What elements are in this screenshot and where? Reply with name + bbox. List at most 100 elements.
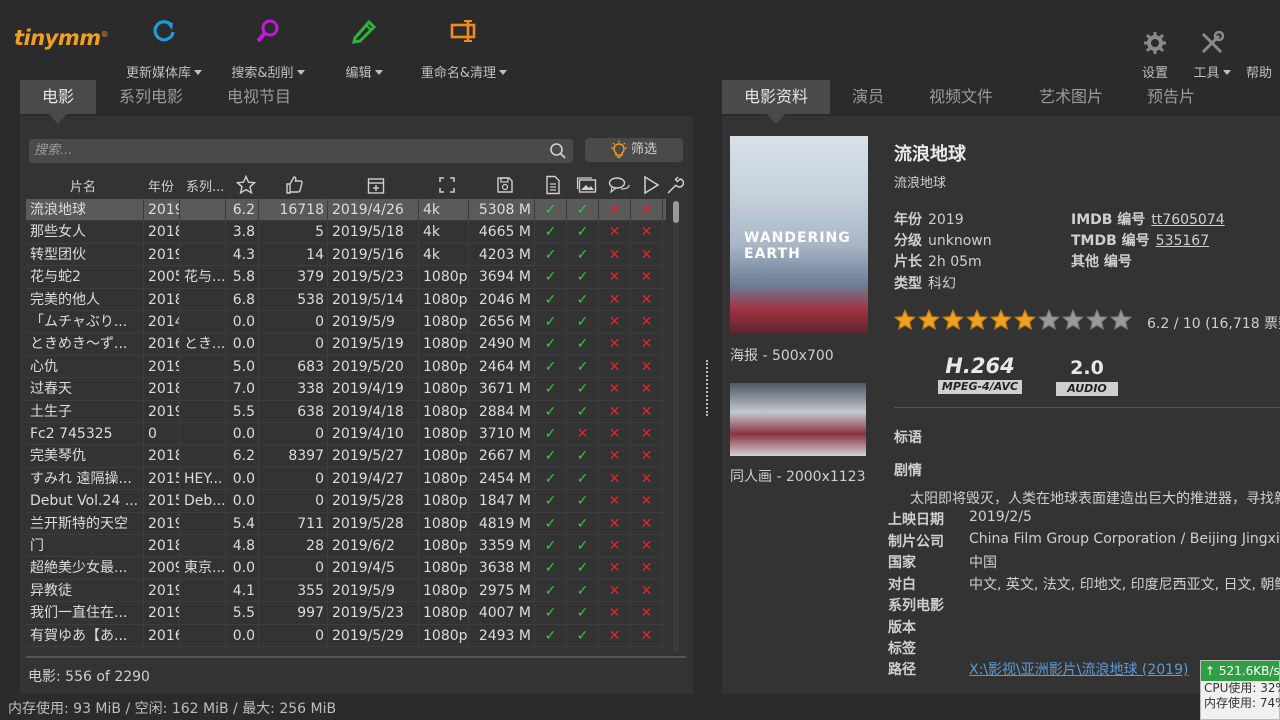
chevron-down-icon xyxy=(296,70,305,75)
tab-media-files[interactable]: 视频文件 xyxy=(918,80,1004,114)
nfo-file-icon[interactable] xyxy=(544,175,562,195)
col-year[interactable]: 年份 xyxy=(148,176,174,195)
cell-nfo-check-icon: ✓ xyxy=(535,266,567,289)
subtitles-icon[interactable] xyxy=(608,176,630,194)
cell-size: 4007 M xyxy=(469,602,535,625)
tab-artwork[interactable]: 艺术图片 xyxy=(1028,80,1114,114)
table-header: 片名 年份 系列... xyxy=(26,171,684,197)
panel-splitter[interactable] xyxy=(706,360,710,416)
table-row[interactable]: 转型团伙20194.3142019/5/164k4203 M✓✓✕✕ xyxy=(26,243,666,267)
cell-rating: 0.0 xyxy=(226,423,259,445)
cell-title: 门 xyxy=(26,535,144,557)
settings-button[interactable]: 设置 xyxy=(1136,0,1174,81)
calendar-add-icon[interactable] xyxy=(366,175,386,195)
tab-movies[interactable]: 电影 xyxy=(20,80,96,124)
table-row[interactable]: 异教徒20194.13552019/5/91080p2975 M✓✓✕✕ xyxy=(26,579,666,603)
table-row[interactable]: 流浪地球20196.2167182019/4/264k5308 M✓✓✕✕ xyxy=(26,199,666,222)
tab-cast[interactable]: 演员 xyxy=(838,80,898,114)
tab-movie-info[interactable]: 电影资料 xyxy=(722,80,830,124)
table-row[interactable]: 门20184.8282019/6/21080p3359 M✓✓✕✕ xyxy=(26,535,666,558)
col-set[interactable]: 系列... xyxy=(186,176,224,195)
trailer-play-icon[interactable] xyxy=(642,175,660,195)
table-row[interactable]: 兰开斯特的天空20195.47112019/5/281080p4819 M✓✓✕… xyxy=(26,512,666,535)
table-row[interactable]: 土生子20195.56382019/4/181080p2884 M✓✓✕✕ xyxy=(26,400,666,423)
table-row[interactable]: すみれ 遠隔操...2015HEY...0.002019/4/271080p24… xyxy=(26,467,666,491)
cell-votes: 683 xyxy=(259,355,328,378)
cell-set xyxy=(180,400,226,423)
col-title[interactable]: 片名 xyxy=(70,176,96,195)
rename-clean-button[interactable]: 重命名&清理 xyxy=(414,0,514,81)
vertical-scrollbar[interactable] xyxy=(673,201,679,653)
search-icon[interactable] xyxy=(549,142,567,160)
poster-image[interactable]: WANDERING EARTH xyxy=(730,136,868,334)
table-row[interactable]: 「ムチャぶり...20140.002019/5/91080p2656 M✓✓✕✕ xyxy=(26,311,666,334)
cell-size: 2667 M xyxy=(469,445,535,468)
cell-votes: 5 xyxy=(259,221,328,244)
star-icon[interactable] xyxy=(236,175,256,195)
cell-rating: 5.4 xyxy=(226,512,259,535)
search-scrape-button[interactable]: 搜索&刮削 xyxy=(224,0,312,81)
cell-year: 2019 xyxy=(144,400,180,423)
imdb-link[interactable]: tt7605074 xyxy=(1151,212,1224,228)
cell-date: 2019/4/5 xyxy=(328,557,419,580)
wrench-icon[interactable] xyxy=(666,175,684,195)
star-filled-icon xyxy=(1013,308,1037,331)
table-row[interactable]: 完美琴仇20186.283972019/5/271080p2667 M✓✓✕✕ xyxy=(26,445,666,468)
cell-images-check-icon: ✓ xyxy=(567,512,599,535)
tab-tv-shows[interactable]: 电视节目 xyxy=(216,80,302,114)
video-codec-badge: H.264 MPEG-4/AVC xyxy=(938,354,1022,394)
scrollbar-thumb[interactable] xyxy=(673,201,679,223)
cell-subtitles-cross-icon: ✕ xyxy=(599,378,631,401)
rating-stars xyxy=(893,308,1134,333)
table-row[interactable]: 花与蛇22005花与...5.83792019/5/231080p3694 M✓… xyxy=(26,266,666,289)
tools-button[interactable]: 工具 xyxy=(1188,0,1236,81)
save-disk-icon[interactable] xyxy=(496,176,514,194)
tab-movie-sets[interactable]: 系列电影 xyxy=(108,80,194,114)
cell-nfo-check-icon: ✓ xyxy=(535,602,567,625)
cell-set: HEY... xyxy=(180,467,226,490)
cell-resolution: 1080p xyxy=(419,624,469,647)
cell-nfo-check-icon: ✓ xyxy=(535,467,567,490)
tmdb-link[interactable]: 535167 xyxy=(1156,233,1209,249)
cell-trailer-cross-icon: ✕ xyxy=(631,423,663,445)
table-row[interactable]: Debut Vol.24 ...2015Deb...0.002019/5/281… xyxy=(26,490,666,513)
table-row[interactable]: 那些女人20183.852019/5/184k4665 M✓✓✕✕ xyxy=(26,221,666,244)
cell-trailer-cross-icon: ✕ xyxy=(631,445,663,468)
edit-button[interactable]: 编辑 xyxy=(340,0,388,81)
cell-set xyxy=(180,423,226,445)
table-row[interactable]: 过春天20187.03382019/4/191080p3671 M✓✓✕✕ xyxy=(26,378,666,401)
cell-votes: 16718 xyxy=(259,199,328,221)
thumbs-up-icon[interactable] xyxy=(284,175,304,195)
cell-set xyxy=(180,221,226,244)
table-row[interactable]: ときめき～ず...2016とき...0.002019/5/191080p2490… xyxy=(26,333,666,356)
tab-trailers[interactable]: 预告片 xyxy=(1136,80,1206,114)
images-icon[interactable] xyxy=(576,176,598,194)
cell-votes: 0 xyxy=(259,557,328,580)
table-row[interactable]: 有賀ゆあ【あ...20160.002019/5/291080p2493 M✓✓✕… xyxy=(26,624,666,647)
movie-table: 片名 年份 系列... 流浪地球20196.2167182019/4/264k5… xyxy=(26,171,690,655)
table-row[interactable]: 超絶美少女最...2009東京...0.002019/4/51080p3638 … xyxy=(26,557,666,580)
system-monitor: ↑ 521.6KB/s CPU使用: 32% 内存使用: 74% xyxy=(1200,660,1280,720)
search-input[interactable]: 搜索... xyxy=(29,139,573,163)
update-library-button[interactable]: 更新媒体库 xyxy=(118,0,210,81)
filter-button[interactable]: 筛选 xyxy=(585,138,683,162)
cell-title: 兰开斯特的天空 xyxy=(26,512,144,535)
cell-size: 3694 M xyxy=(469,266,535,289)
cell-size: 2490 M xyxy=(469,333,535,356)
table-row[interactable]: 心仇20195.06832019/5/201080p2464 M✓✓✕✕ xyxy=(26,355,666,379)
cell-resolution: 1080p xyxy=(419,311,469,333)
cell-trailer-cross-icon: ✕ xyxy=(631,579,663,602)
path-link[interactable]: X:\影视\亚洲影片\流浪地球 (2019) xyxy=(969,659,1188,679)
fanart-image[interactable] xyxy=(730,383,866,456)
fullscreen-icon[interactable] xyxy=(438,176,456,194)
cell-trailer-cross-icon: ✕ xyxy=(631,221,663,244)
table-row[interactable]: 我们一直住在...20195.59972019/5/231080p4007 M✓… xyxy=(26,602,666,625)
cell-rating: 6.2 xyxy=(226,445,259,468)
cell-subtitles-cross-icon: ✕ xyxy=(599,243,631,266)
cell-year: 2015 xyxy=(144,467,180,490)
table-row[interactable]: Fc2 745325 0 0.0 0 2019/4/10 1080p 3710 M ✓ ✕ ✕ ✕ xyxy=(26,423,666,446)
table-row[interactable]: 完美的他人20186.85382019/5/141080p2046 M✓✓✕✕ xyxy=(26,288,666,311)
help-button[interactable]: 帮助 xyxy=(1246,0,1280,80)
cell-date: 2019/5/27 xyxy=(328,445,419,468)
cell-title: Debut Vol.24 ... xyxy=(26,490,144,513)
